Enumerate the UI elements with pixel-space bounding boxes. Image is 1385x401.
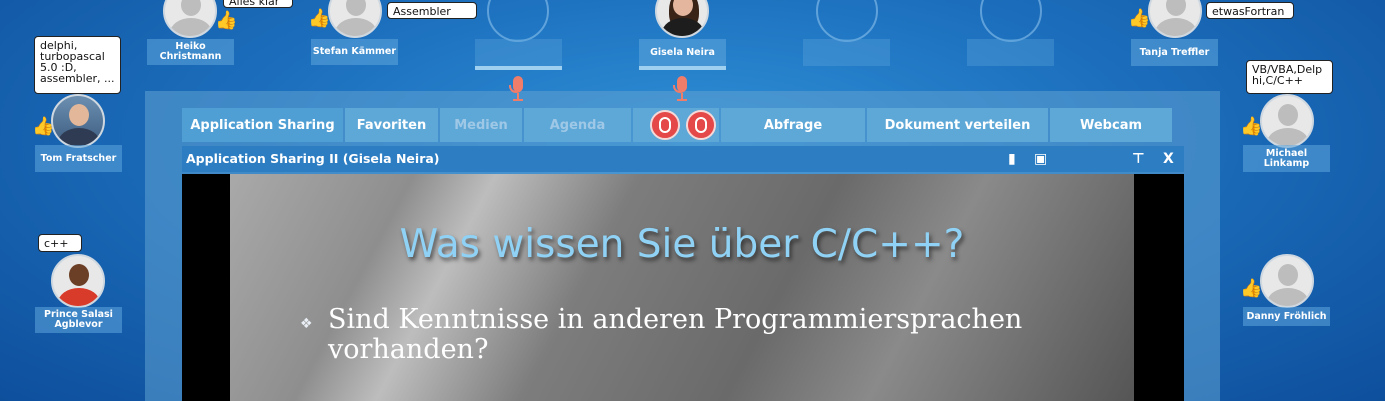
microphone-icon <box>509 76 523 93</box>
empty-seat[interactable] <box>487 0 549 42</box>
tab-medien[interactable]: Medien <box>440 108 522 142</box>
nameplate-gisela: Gisela Neira <box>639 39 726 66</box>
speech-bubble-tanja: etwasFortran <box>1206 2 1294 19</box>
avatar-stefan[interactable] <box>328 0 382 38</box>
speech-bubble-heiko: Alles klar <box>223 0 293 8</box>
avatar-tom[interactable] <box>51 94 105 148</box>
microphone-toggle-button[interactable] <box>650 110 680 140</box>
nameplate-heiko: Heiko Christmann <box>147 39 234 65</box>
empty-seat[interactable] <box>980 0 1042 42</box>
pin-icon[interactable]: ⊤ <box>1132 150 1145 168</box>
avatar-prince[interactable] <box>51 254 105 308</box>
speech-bubble-tom: delphi, turbopascal 5.0 :D, assembler, .… <box>34 36 121 94</box>
hand-raised-icon: 👍 <box>215 10 238 31</box>
microphone-icon <box>673 76 687 93</box>
nameplate-danny: Danny Fröhlich <box>1243 307 1330 326</box>
window-title: Application Sharing II (Gisela Neira) <box>186 151 440 166</box>
speech-bubble-stefan: Assembler <box>387 2 477 19</box>
tab-abfrage[interactable]: Abfrage <box>721 108 865 142</box>
empty-seat[interactable] <box>816 0 878 42</box>
empty-nameplate <box>803 39 890 66</box>
tab-favoriten[interactable]: Favoriten <box>345 108 438 142</box>
nameplate-tanja: Tanja Treffler <box>1131 39 1218 66</box>
microphone-base <box>513 99 523 101</box>
avatar-tanja[interactable] <box>1148 0 1202 38</box>
seat-indicator <box>475 66 562 70</box>
presentation-slide: Was wissen Sie über C/C++? ❖ Sind Kenntn… <box>230 174 1134 401</box>
hand-raised-icon: 👍 <box>308 8 331 29</box>
avatar-michael[interactable] <box>1260 94 1314 148</box>
empty-nameplate <box>967 39 1054 66</box>
speech-bubble-michael: VB/VBA,Delp hi,C/C++ <box>1246 60 1333 94</box>
close-icon[interactable]: X <box>1163 150 1174 168</box>
avatar-heiko[interactable] <box>163 0 217 38</box>
nameplate-prince: Prince Salasi Agblevor <box>35 307 122 333</box>
nameplate-tom: Tom Fratscher <box>35 145 122 172</box>
tab-webcam[interactable]: Webcam <box>1050 108 1172 142</box>
tab-dokument-verteilen[interactable]: Dokument verteilen <box>867 108 1048 142</box>
nameplate-michael: Michael Linkamp <box>1243 145 1330 172</box>
tab-agenda[interactable]: Agenda <box>524 108 631 142</box>
avatar-gisela[interactable] <box>655 0 709 38</box>
hand-raised-icon: 👍 <box>1128 8 1151 29</box>
bullet-icon: ❖ <box>300 316 313 332</box>
mouse-control-button[interactable] <box>686 110 716 140</box>
presenter-indicator <box>639 66 726 70</box>
camera-icon[interactable]: ▣ <box>1034 150 1047 168</box>
slide-title: Was wissen Sie über C/C++? <box>399 222 965 267</box>
hand-raised-icon: 👍 <box>1240 278 1263 299</box>
speech-bubble-prince: c++ <box>38 234 82 252</box>
tab-application-sharing[interactable]: Application Sharing <box>182 108 343 142</box>
trash-icon[interactable]: ▮ <box>1008 150 1016 168</box>
avatar-danny[interactable] <box>1260 254 1314 308</box>
shared-screen[interactable]: Was wissen Sie über C/C++? ❖ Sind Kenntn… <box>182 174 1184 401</box>
slide-bullet: Sind Kenntnisse in anderen Programmiersp… <box>328 304 1023 365</box>
app-sharing-titlebar: Application Sharing II (Gisela Neira) ▮ … <box>182 146 1184 172</box>
empty-nameplate <box>475 39 562 66</box>
microphone-base <box>677 99 687 101</box>
nameplate-stefan: Stefan Kämmer <box>311 39 398 65</box>
